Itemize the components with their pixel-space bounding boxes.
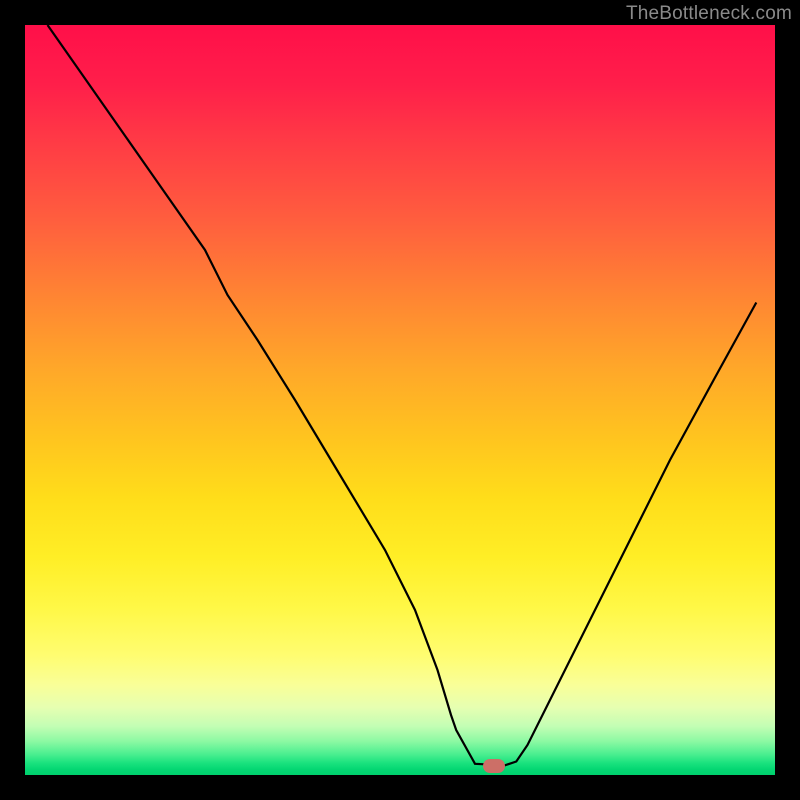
chart-marker	[483, 759, 505, 773]
chart-plot-area	[25, 25, 775, 775]
chart-container: TheBottleneck.com	[0, 0, 800, 800]
bottleneck-curve	[48, 25, 757, 765]
watermark-text: TheBottleneck.com	[626, 3, 792, 25]
chart-curve-svg	[25, 25, 775, 775]
